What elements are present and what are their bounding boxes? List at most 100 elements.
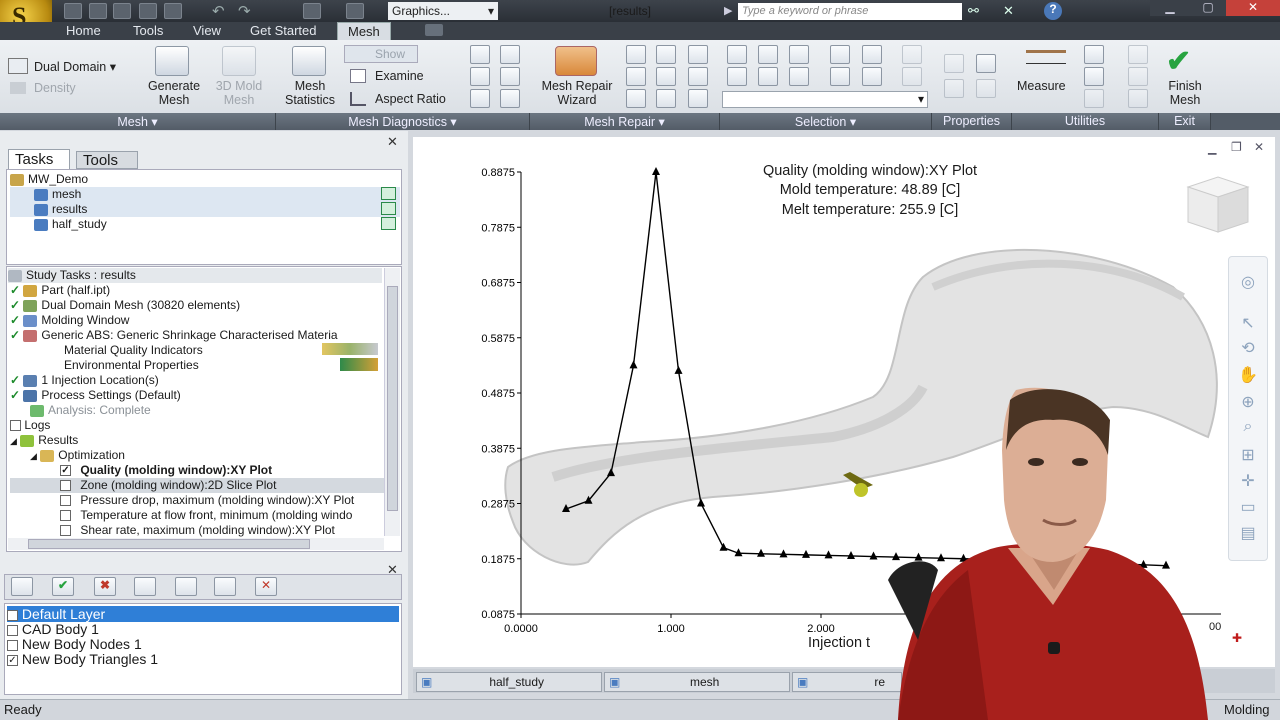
zoom-all-icon[interactable]: ⊞ xyxy=(1230,445,1266,467)
results-node[interactable]: ◢ Results xyxy=(10,433,382,448)
zoom-window-icon[interactable]: ⌕ xyxy=(1230,418,1266,440)
properties-delete-icon[interactable] xyxy=(976,54,996,73)
aspect-ratio-button[interactable]: Aspect Ratio xyxy=(375,92,446,106)
help-icon[interactable]: ? xyxy=(1044,2,1062,20)
clipping-plane-icon[interactable]: ▭ xyxy=(1230,497,1266,519)
utility-tool-icon[interactable] xyxy=(1128,67,1148,86)
task-item[interactable]: ✓ Part (half.ipt) xyxy=(10,283,382,298)
workspace-dropdown[interactable]: Graphics... ▾ xyxy=(388,2,498,20)
new-layer-icon[interactable] xyxy=(11,577,33,596)
save-as-icon[interactable] xyxy=(139,3,157,19)
utility-tool-icon[interactable] xyxy=(1128,45,1148,64)
mesh-repair-wizard-button[interactable]: Mesh Repair Wizard xyxy=(536,79,618,107)
optimization-node[interactable]: ◢ Optimization xyxy=(30,448,382,463)
show-button[interactable]: Show xyxy=(344,45,418,63)
generate-mesh-button[interactable]: Generate Mesh xyxy=(144,79,204,107)
select-tool-icon[interactable] xyxy=(830,67,850,86)
diag-tool-icon[interactable] xyxy=(470,45,490,64)
horizontal-scrollbar[interactable] xyxy=(8,538,384,550)
cut-plane-icon[interactable]: ▤ xyxy=(1230,523,1266,545)
tab-home[interactable]: Home xyxy=(66,22,101,40)
select-icon[interactable]: ↖ xyxy=(1230,313,1266,335)
pan-icon[interactable]: ✋ xyxy=(1230,365,1266,387)
tab-mesh[interactable]: Mesh xyxy=(337,22,391,40)
layer-item[interactable]: CAD Body 1 xyxy=(7,621,399,637)
checkbox-checked[interactable]: ✓ xyxy=(60,465,71,477)
properties-icon[interactable] xyxy=(944,54,964,73)
select-tool-icon[interactable] xyxy=(789,67,809,86)
tab-tasks[interactable]: Tasks xyxy=(8,149,70,169)
group-label-repair[interactable]: Mesh Repair ▾ xyxy=(530,113,720,130)
orbit-icon[interactable]: ⟲ xyxy=(1230,338,1266,360)
group-label-mesh[interactable]: Mesh ▾ xyxy=(0,113,276,130)
minimize-icon[interactable]: ▁ xyxy=(1150,0,1190,16)
exchange-icon[interactable]: ✕ xyxy=(1003,3,1014,19)
collapse-icon[interactable]: ◢ xyxy=(30,451,37,461)
collapse-icon[interactable]: ◢ xyxy=(10,436,17,446)
result-item-pressure[interactable]: Pressure drop, maximum (molding window):… xyxy=(60,493,382,508)
checkbox[interactable] xyxy=(60,495,71,507)
close-icon[interactable]: ✕ xyxy=(1226,0,1280,16)
panel-close-icon[interactable]: ✕ xyxy=(387,134,398,150)
task-item[interactable]: Material Quality Indicators xyxy=(64,343,324,358)
repair-tool-icon[interactable] xyxy=(688,67,708,86)
examine-button[interactable]: Examine xyxy=(375,69,424,83)
task-item[interactable]: ✓ Molding Window xyxy=(10,313,382,328)
checkbox-checked[interactable]: ✓ xyxy=(7,609,18,621)
repair-tool-icon[interactable] xyxy=(688,45,708,64)
select-tool-icon[interactable] xyxy=(758,67,778,86)
measure-button[interactable]: Measure xyxy=(1017,79,1066,93)
repair-tool-icon[interactable] xyxy=(626,67,646,86)
group-label-selection[interactable]: Selection ▾ xyxy=(720,113,932,130)
new-file-icon[interactable] xyxy=(64,3,82,19)
select-tool-icon[interactable] xyxy=(830,45,850,64)
finish-mesh-button[interactable]: Finish Mesh xyxy=(1160,79,1210,107)
select-tool-icon[interactable] xyxy=(862,45,882,64)
3d-mold-mesh-button[interactable]: 3D Mold Mesh xyxy=(208,79,270,107)
binoculars-icon[interactable]: ⚯ xyxy=(968,3,979,19)
task-item[interactable]: ✓ 1 Injection Location(s) xyxy=(10,373,382,388)
select-tool-icon[interactable] xyxy=(727,67,747,86)
result-item-zone[interactable]: Zone (molding window):2D Slice Plot xyxy=(10,478,390,493)
checkbox[interactable] xyxy=(60,525,71,537)
task-item[interactable]: Logs xyxy=(10,418,382,433)
dual-domain-dropdown[interactable]: Dual Domain ▾ xyxy=(34,59,116,74)
checkbox[interactable] xyxy=(7,624,18,636)
diag-tool-icon[interactable] xyxy=(470,67,490,86)
checkbox-checked[interactable]: ✓ xyxy=(7,654,18,666)
repair-tool-icon[interactable] xyxy=(656,67,676,86)
task-item[interactable]: Environmental Properties xyxy=(64,358,334,373)
checkbox[interactable] xyxy=(10,420,21,432)
task-item[interactable]: ✓ Dual Domain Mesh (30820 elements) xyxy=(10,298,382,313)
tab-view[interactable]: View xyxy=(193,22,221,40)
mesh-statistics-button[interactable]: Mesh Statistics xyxy=(282,79,338,107)
diag-tool-icon[interactable] xyxy=(500,45,520,64)
density-button[interactable]: Density xyxy=(34,81,76,95)
select-tool-icon[interactable] xyxy=(789,45,809,64)
repair-tool-icon[interactable] xyxy=(656,45,676,64)
doc-tab-mesh[interactable]: ▣ mesh xyxy=(604,672,790,692)
study-item-results[interactable]: results xyxy=(10,202,400,217)
steering-wheel-icon[interactable]: ◎ xyxy=(1230,272,1266,294)
tab-get-started[interactable]: Get Started xyxy=(250,22,316,40)
redo-icon[interactable]: ↷ xyxy=(238,2,251,20)
layer-item-default[interactable]: ✓ Default Layer xyxy=(7,606,399,622)
repair-tool-icon[interactable] xyxy=(626,45,646,64)
result-item-shear-rate[interactable]: Shear rate, maximum (molding window):XY … xyxy=(60,523,382,538)
tab-tools[interactable]: Tools xyxy=(133,22,163,40)
layer-properties-icon[interactable] xyxy=(134,577,156,596)
select-tool-icon[interactable] xyxy=(758,45,778,64)
utility-tool-icon[interactable] xyxy=(1128,89,1148,108)
task-item[interactable]: ✓ Process Settings (Default) xyxy=(10,388,382,403)
result-item-temperature[interactable]: Temperature at flow front, minimum (mold… xyxy=(60,508,382,523)
vertical-scrollbar[interactable] xyxy=(384,268,400,536)
layer-item[interactable]: ✓ New Body Triangles 1 xyxy=(7,651,399,667)
assign-layer-icon[interactable] xyxy=(214,577,236,596)
tab-tools[interactable]: Tools xyxy=(76,151,138,169)
maximize-icon[interactable]: ▢ xyxy=(1190,0,1226,16)
select-tool-icon[interactable] xyxy=(862,67,882,86)
task-item[interactable]: Analysis: Complete xyxy=(30,403,382,418)
ribbon-options-icon[interactable] xyxy=(425,24,443,36)
settings-icon[interactable] xyxy=(346,3,364,19)
selection-filter-dropdown[interactable]: ▾ xyxy=(722,91,928,108)
